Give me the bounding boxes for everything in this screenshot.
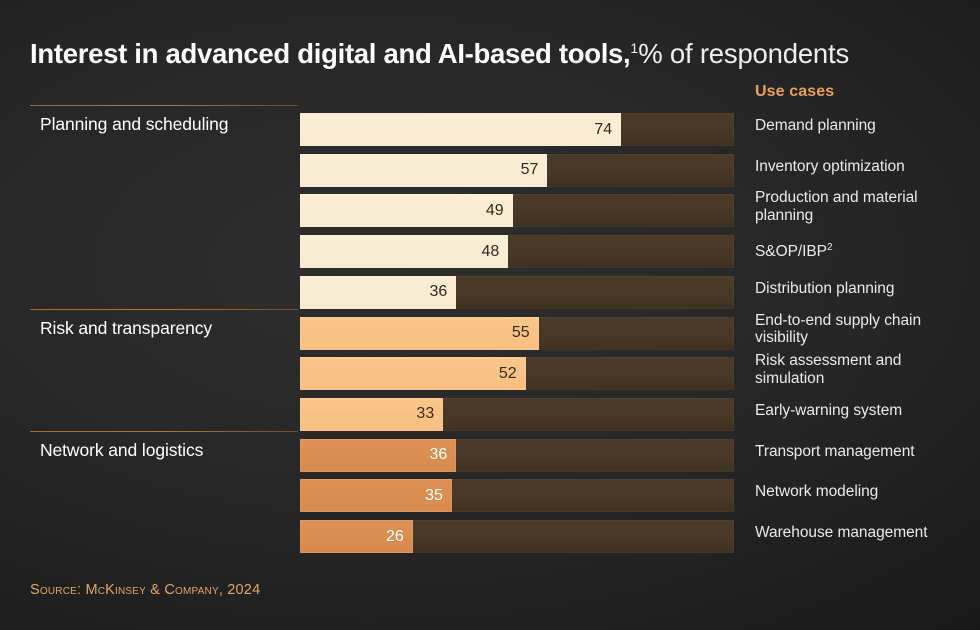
row-divider	[30, 308, 298, 310]
bar-fill: 36	[300, 275, 457, 309]
bar-track: 33	[300, 397, 734, 431]
chart-row: 49 Production and material planning	[0, 186, 980, 228]
row-divider	[30, 146, 298, 147]
row-divider	[30, 471, 298, 472]
use-case-label: Demand planning	[755, 117, 876, 134]
use-case-label: End-to-end supply chain visibility	[755, 311, 922, 347]
bar-fill: 36	[300, 438, 457, 472]
use-case-label: Risk assessment and simulation	[755, 352, 902, 387]
row-divider	[30, 105, 298, 106]
bar-track: 55	[300, 316, 734, 350]
use-case-label: Distribution planning	[755, 279, 895, 297]
chart-rows: Planning and scheduling 74 Demand planning…	[0, 0, 980, 630]
group-label-3: Network and logistics	[40, 439, 204, 460]
bar-fill: 57	[300, 153, 548, 187]
bar-track: 52	[300, 357, 734, 391]
chart-row: 52 Risk assessment and simulation	[0, 349, 980, 391]
chart-row: 48 S&OP/IBP2	[0, 227, 980, 269]
chart-row: Risk and transparency 55 End-to-end supply…	[0, 308, 980, 350]
bar-fill: 33	[300, 397, 444, 431]
row-divider	[30, 430, 298, 432]
group-label-2: Risk and transparency	[40, 317, 213, 338]
bar-fill: 55	[300, 316, 539, 350]
bar-track: 35	[300, 479, 734, 513]
row-divider	[30, 390, 298, 391]
chart-row: 26 Warehouse management	[0, 512, 980, 553]
source-note: Source: McKinsey & Company, 2024	[30, 582, 261, 598]
row-divider	[30, 227, 298, 228]
bar-track: 36	[300, 275, 734, 309]
use-case-label: Production and material planning	[755, 189, 918, 224]
row-divider	[30, 349, 298, 350]
bar-fill: 52	[300, 357, 526, 391]
row-divider	[30, 553, 298, 554]
bar-track: 26	[300, 520, 734, 553]
bar-fill: 48	[300, 235, 509, 269]
use-case-label: S&OP/IBP2	[755, 242, 833, 261]
bar-fill: 35	[300, 479, 452, 513]
use-case-label: Network modeling	[755, 483, 879, 501]
bar-track: 48	[300, 235, 734, 269]
chart-row: Network and logistics 36 Transport managem…	[0, 430, 980, 472]
bar-track: 49	[300, 194, 734, 228]
bar-track: 74	[300, 113, 734, 146]
bar-fill: 49	[300, 194, 513, 228]
chart-row: 36 Distribution planning	[0, 268, 980, 309]
chart-row: Planning and scheduling 74 Demand planning	[0, 105, 980, 146]
use-case-footnote-marker: 2	[826, 242, 833, 254]
use-case-label: Early-warning system	[755, 401, 903, 419]
row-divider	[30, 186, 298, 187]
use-case-label: Warehouse management	[755, 524, 928, 541]
bar-fill: 26	[300, 520, 413, 553]
row-divider	[30, 268, 298, 269]
row-divider	[30, 512, 298, 513]
bar-fill: 74	[300, 113, 622, 146]
bar-track: 36	[300, 438, 734, 472]
chart-row: 33 Early-warning system	[0, 390, 980, 431]
chart-row: 57 Inventory optimization	[0, 146, 980, 187]
use-case-label: Inventory optimization	[755, 157, 905, 175]
chart-row: 35 Network modeling	[0, 471, 980, 513]
group-label-1: Planning and scheduling	[40, 114, 229, 134]
bar-track: 57	[300, 153, 734, 187]
chart-canvas: Interest in advanced digital and AI-base…	[0, 0, 980, 630]
use-case-label: Transport management	[755, 442, 915, 460]
